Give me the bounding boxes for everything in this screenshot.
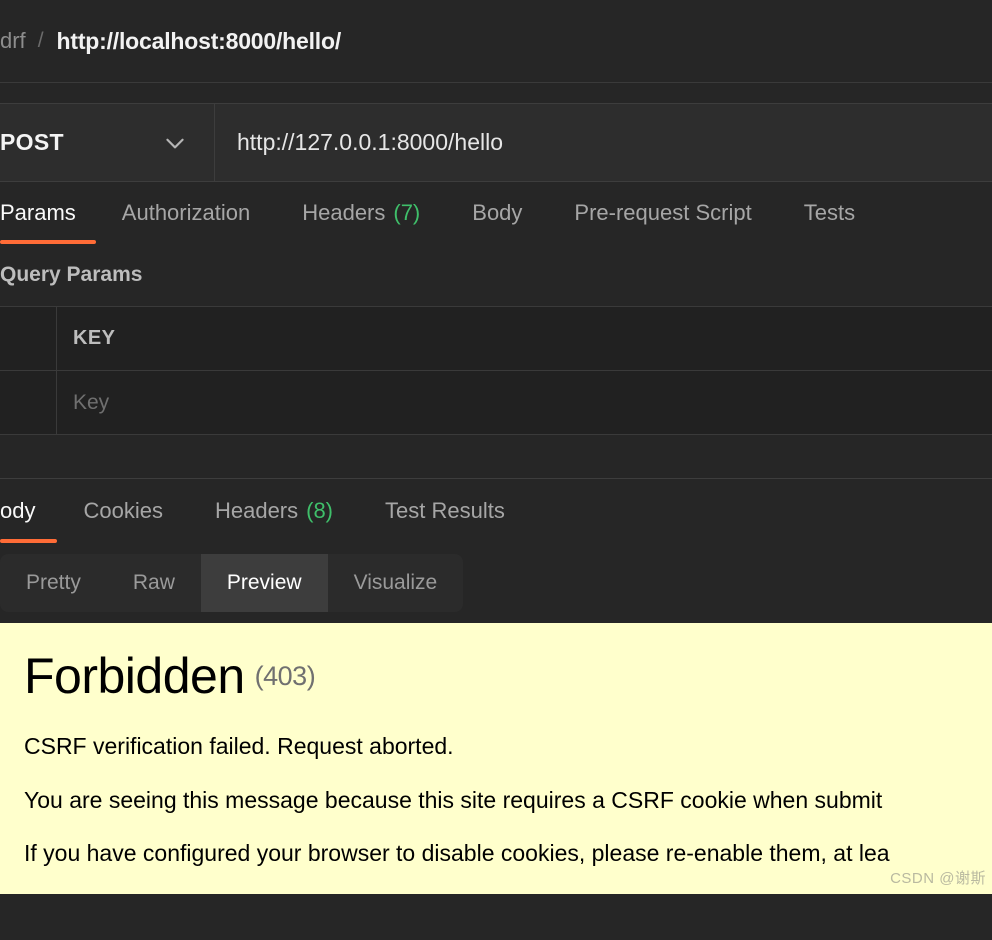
method-label: POST [0,129,64,155]
error-title: Forbidden (403) [24,623,992,705]
view-mode-group: Pretty Raw Preview Visualize [0,554,464,612]
tab-authorization[interactable]: Authorization [96,182,276,244]
error-summary: CSRF verification failed. Request aborte… [24,733,454,759]
breadcrumb-separator: / [37,29,44,52]
tab-tests[interactable]: Tests [778,182,881,244]
query-params-title: Query Params [0,263,143,286]
breadcrumb-header: drf / http://localhost:8000/hello/ [0,0,992,83]
url-bar: POST http://127.0.0.1:8000/hello [0,103,992,182]
tab-tests-label: Tests [803,200,856,225]
response-tab-body-label: ody [0,498,36,523]
url-input[interactable]: http://127.0.0.1:8000/hello [215,104,992,181]
response-tab-cookies[interactable]: Cookies [57,479,188,543]
tab-pre-request-script[interactable]: Pre-request Script [548,182,777,244]
response-tab-headers-label: Headers [214,498,299,523]
tab-body[interactable]: Body [446,182,548,244]
error-title-text: Forbidden [24,648,245,704]
response-tab-cookies-label: Cookies [83,498,163,523]
tab-params[interactable]: Params [0,182,96,244]
response-tab-test-results-label: Test Results [385,498,505,523]
response-tab-body[interactable]: ody [0,479,58,543]
key-input-cell[interactable]: Key [57,371,992,434]
view-mode-visualize[interactable]: Visualize [328,554,464,612]
tab-pre-request-script-label: Pre-request Script [574,200,752,225]
response-tab-test-results[interactable]: Test Results [359,479,531,543]
table-empty-area [0,435,992,478]
breadcrumb-request-name[interactable]: http://localhost:8000/hello/ [57,28,342,55]
tab-headers-label: Headers [302,200,386,225]
table-row: Key [0,371,992,435]
watermark: CSDN @谢斯 [890,870,986,887]
view-mode-pretty[interactable]: Pretty [0,554,107,612]
query-params-header: Query Params [0,244,992,306]
error-advice: If you have configured your browser to d… [24,840,890,866]
view-mode-preview[interactable]: Preview [200,554,328,612]
tab-headers-count: (7) [393,200,421,225]
table-header-row: KEY [0,307,992,371]
view-mode-raw-label: Raw [132,571,175,594]
active-tab-underline [0,240,96,244]
tab-headers[interactable]: Headers (7) [276,182,446,244]
chevron-down-icon [162,130,188,156]
active-response-tab-underline [0,539,58,543]
tab-authorization-label: Authorization [121,200,251,225]
breadcrumb-collection[interactable]: drf [0,28,26,54]
view-mode-pretty-label: Pretty [26,571,81,594]
tab-body-label: Body [472,200,523,225]
view-mode-raw[interactable]: Raw [107,554,201,612]
postman-window: drf / http://localhost:8000/hello/ POST … [0,0,992,940]
key-input-placeholder: Key [73,390,110,414]
select-all-checkbox-cell[interactable] [0,307,57,370]
response-tab-headers-count: (8) [306,498,334,523]
view-mode-visualize-label: Visualize [353,571,438,594]
column-header-key-label: KEY [73,327,116,349]
tab-params-label: Params [0,200,76,225]
query-params-table: KEY Key [0,306,992,435]
response-tab-headers[interactable]: Headers (8) [189,479,359,543]
column-header-key: KEY [57,307,992,370]
response-preview-panel: Forbidden (403) CSRF verification failed.… [0,623,992,894]
request-tabs: Params Authorization Headers (7) Body Pr… [0,182,992,244]
response-tabs: ody Cookies Headers (8) Test Results [0,479,992,543]
error-status-code: (403) [254,661,316,691]
urlbar-spacer [0,83,992,103]
error-explanation: You are seeing this message because this… [24,787,883,813]
view-mode-preview-label: Preview [226,571,302,594]
response-view-modes: Pretty Raw Preview Visualize [0,543,992,623]
row-checkbox-cell[interactable] [0,371,57,434]
method-selector[interactable]: POST [0,104,215,181]
